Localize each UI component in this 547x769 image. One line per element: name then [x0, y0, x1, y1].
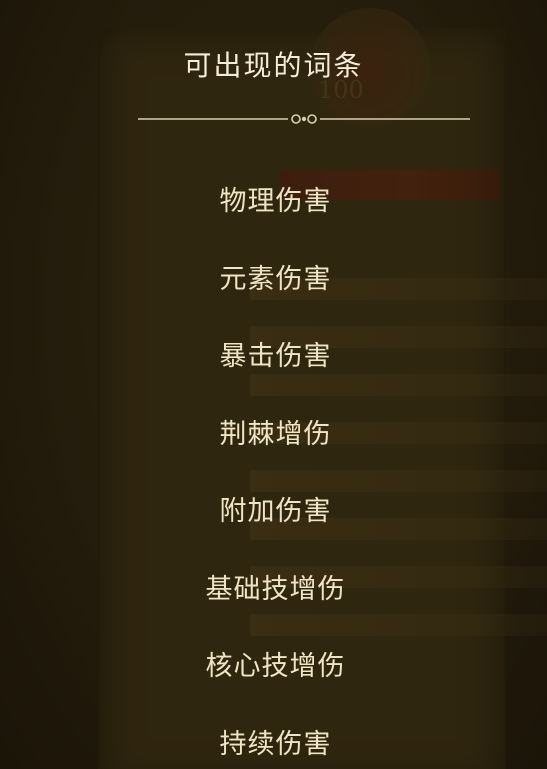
affix-item-damage-over-time: 持续伤害 [0, 703, 547, 769]
affix-item-core-skill-damage: 核心技增伤 [0, 625, 547, 703]
affix-label: 持续伤害 [219, 728, 332, 760]
affix-label: 物理伤害 [219, 186, 332, 218]
affix-label: 元素伤害 [219, 263, 332, 295]
affix-item-physical-damage: 物理伤害 [0, 160, 547, 238]
ornament-divider-icon [138, 114, 470, 124]
affix-label: 基础技增伤 [205, 573, 346, 605]
affix-item-thorns-damage: 荆棘增伤 [0, 393, 547, 471]
affix-label: 核心技增伤 [205, 651, 346, 683]
affix-item-basic-skill-damage: 基础技增伤 [0, 548, 547, 626]
affix-list: 物理伤害 元素伤害 暴击伤害 荆棘增伤 附加伤害 基础技增伤 核心技增伤 持续伤… [0, 160, 547, 769]
affix-item-additional-damage: 附加伤害 [0, 470, 547, 548]
affix-item-critical-damage: 暴击伤害 [0, 315, 547, 393]
affix-popup: 可出现的词条 物理伤害 元素伤害 暴击伤害 荆棘增伤 附加伤害 基础技增伤 核心… [0, 0, 547, 769]
affix-label: 暴击伤害 [219, 341, 332, 373]
game-screen: 100 可出现的词条 物理伤害 元素伤害 暴击伤害 荆棘增伤 附加伤害 基础技增… [0, 0, 547, 769]
affix-label: 附加伤害 [219, 496, 332, 528]
affix-item-elemental-damage: 元素伤害 [0, 238, 547, 316]
affix-label: 荆棘增伤 [219, 418, 332, 450]
popup-title: 可出现的词条 [183, 49, 364, 82]
